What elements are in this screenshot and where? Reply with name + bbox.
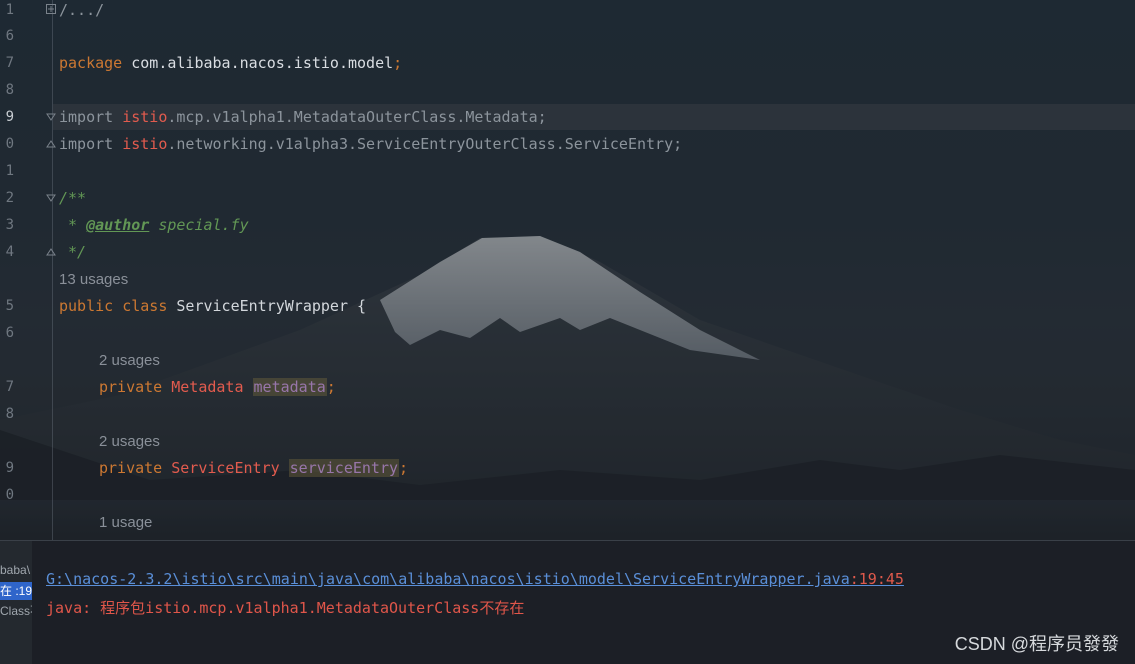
semicolon: ; <box>399 459 409 477</box>
build-tree: baba\ 在 :19 Class不 <box>0 541 32 664</box>
fold-collapse-icon[interactable] <box>46 193 56 203</box>
keyword: package <box>59 54 123 72</box>
doc-tag: @author <box>86 216 150 234</box>
build-tree-item-selected[interactable]: 在 :19 <box>0 582 32 600</box>
line-number: 1 <box>5 2 14 18</box>
line-number: 7 <box>5 55 14 71</box>
doc-comment: special.fy <box>149 216 249 234</box>
error-message: java: 程序包istio.mcp.v1alpha1.MetadataOute… <box>46 599 525 617</box>
line-number: 0 <box>5 136 14 152</box>
file-path[interactable]: G:\nacos-2.3.2\istio\src\main\java\com\a… <box>46 570 850 588</box>
unresolved-type: Metadata <box>171 378 244 396</box>
code-line: /.../ <box>59 0 104 22</box>
line-number: 6 <box>5 28 14 44</box>
line-number: 3 <box>5 217 14 233</box>
fold-expand-icon[interactable] <box>46 4 56 14</box>
line-number: 2 <box>5 190 14 206</box>
code-line: private Metadata metadata; <box>99 375 336 399</box>
fold-collapse-icon[interactable] <box>46 247 56 257</box>
import-path: .mcp.v1alpha1.MetadataOuterClass.Metadat… <box>167 108 547 126</box>
code-line: private ServiceEntry serviceEntry; <box>99 456 408 480</box>
unresolved-type: ServiceEntry <box>171 459 280 477</box>
folded-imports[interactable]: /.../ <box>59 1 104 19</box>
line-number-gutter: 1 6 7 8 9 0 1 2 3 4 5 6 7 8 9 0 <box>0 0 53 540</box>
code-line: * @author special.fy <box>59 213 249 237</box>
doc-comment: /** <box>59 189 87 207</box>
keyword: private <box>99 378 163 396</box>
build-tree-item[interactable]: baba\ <box>0 561 32 579</box>
line-number: 5 <box>5 298 14 314</box>
unresolved-import: istio <box>122 135 168 153</box>
field-name: serviceEntry <box>288 459 400 477</box>
import-path: .networking.v1alpha3.ServiceEntryOuterCl… <box>167 135 683 153</box>
error-file-link[interactable]: G:\nacos-2.3.2\istio\src\main\java\com\a… <box>46 570 904 588</box>
line-number: 4 <box>5 244 14 260</box>
doc-comment: */ <box>59 243 87 261</box>
code-line: /** <box>59 186 86 210</box>
line-number: 6 <box>5 325 14 341</box>
code-line: public class ServiceEntryWrapper { <box>59 294 366 318</box>
usages-hint[interactable]: 1 usage <box>99 513 152 533</box>
fold-collapse-icon[interactable] <box>46 139 56 149</box>
unresolved-import: istio <box>122 108 168 126</box>
line-number: 7 <box>5 379 14 395</box>
line-number: 9 <box>5 460 14 476</box>
keyword: public <box>59 297 114 315</box>
usages-hint[interactable]: 13 usages <box>59 270 128 290</box>
build-tree-item[interactable]: Class不 <box>0 602 32 620</box>
field-name: metadata <box>252 378 327 396</box>
error-position: :19:45 <box>849 570 904 588</box>
line-number: 8 <box>5 406 14 422</box>
fold-collapse-icon[interactable] <box>46 112 56 122</box>
line-number: 9 <box>5 109 14 125</box>
code-line: */ <box>59 240 86 264</box>
keyword: private <box>99 459 163 477</box>
doc-comment: * <box>59 216 87 234</box>
keyword: import <box>59 135 114 153</box>
code-line: import istio.mcp.v1alpha1.MetadataOuterC… <box>59 105 547 129</box>
usages-hint[interactable]: 2 usages <box>99 432 160 452</box>
line-number: 8 <box>5 82 14 98</box>
package-name: com.alibaba.nacos.istio.model <box>131 54 394 72</box>
class-name: ServiceEntryWrapper <box>176 297 348 315</box>
usages-hint[interactable]: 2 usages <box>99 351 160 371</box>
build-output-panel: baba\ 在 :19 Class不 G:\nacos-2.3.2\istio\… <box>0 540 1135 664</box>
code-line: import istio.networking.v1alpha3.Service… <box>59 132 682 156</box>
brace: { <box>348 297 367 315</box>
keyword: class <box>122 297 168 315</box>
line-number: 1 <box>5 163 14 179</box>
semicolon: ; <box>393 54 403 72</box>
code-line: package com.alibaba.nacos.istio.model; <box>59 51 402 75</box>
watermark: CSDN @程序员發發 <box>954 634 1119 654</box>
line-number: 0 <box>5 487 14 503</box>
semicolon: ; <box>326 378 336 396</box>
code-editor[interactable]: 1 6 7 8 9 0 1 2 3 4 5 6 7 8 9 0 /.../ pa… <box>0 0 1135 540</box>
keyword: import <box>59 108 114 126</box>
